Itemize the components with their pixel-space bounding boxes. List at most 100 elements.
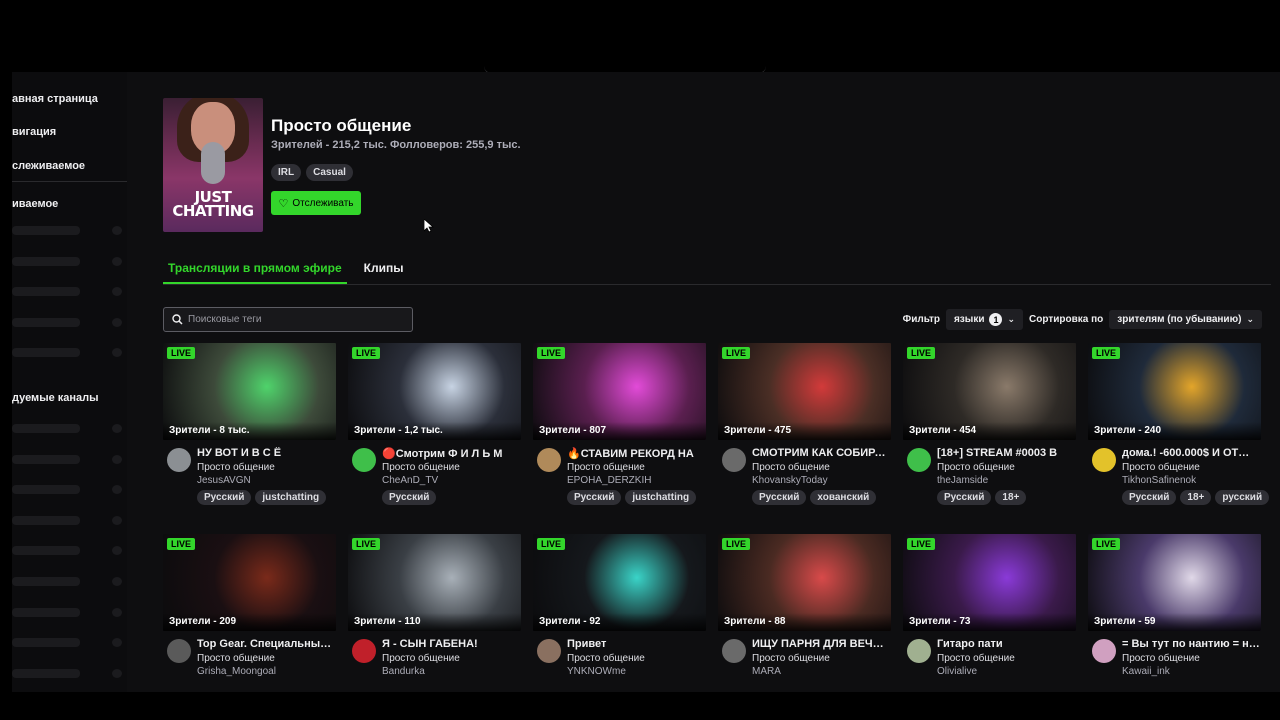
stream-card[interactable]: LIVE Зрители - 92 Привет Просто общение … [533,534,706,692]
stream-thumbnail[interactable]: LIVE Зрители - 88 [718,534,891,631]
live-badge: LIVE [907,347,936,359]
tag-search-field[interactable] [163,307,413,332]
category-tag[interactable]: Casual [306,164,353,181]
stream-card[interactable]: LIVE Зрители - 88 ИЩУ ПАРНЯ ДЛЯ ВЕЧЕРА П… [718,534,891,692]
avatar[interactable] [722,639,746,663]
stream-title[interactable]: = Вы тут по нантию = нас [1122,638,1260,650]
stream-tag[interactable]: Русский [752,490,807,505]
avatar[interactable] [907,639,931,663]
stream-username[interactable]: Bandurka [382,666,425,677]
stream-username[interactable]: Olivialive [937,666,977,677]
stream-card[interactable]: LIVE Зрители - 475 СМОТРИМ КАК СОБИРАЮТ … [718,343,891,505]
stream-username[interactable]: theJamside [937,475,988,486]
stream-title[interactable]: [18+] STREAM #0003 В [937,447,1075,459]
avatar[interactable] [537,448,561,472]
stream-category[interactable]: Просто общение [567,462,645,473]
avatar[interactable] [537,639,561,663]
stream-card[interactable]: LIVE Зрители - 8 тыс. НУ ВОТ И В С Ё Про… [163,343,336,505]
stream-card[interactable]: LIVE Зрители - 59 = Вы тут по нантию = н… [1088,534,1261,692]
stream-tag[interactable]: justchatting [625,490,697,505]
stream-username[interactable]: MARA [752,666,781,677]
sidebar-item-browse[interactable]: вигация [12,126,56,138]
avatar[interactable] [352,639,376,663]
stream-tag[interactable]: Русский [382,490,437,505]
language-count-badge: 1 [989,313,1003,326]
avatar[interactable] [352,448,376,472]
stream-username[interactable]: EPOHA_DERZKIH [567,475,651,486]
stream-thumbnail[interactable]: LIVE Зрители - 475 [718,343,891,440]
stream-title[interactable]: ИЩУ ПАРНЯ ДЛЯ ВЕЧЕРА [752,638,890,650]
stream-category[interactable]: Просто общение [937,462,1015,473]
stream-tag[interactable]: Русский [937,490,992,505]
stream-title[interactable]: 🔥СТАВИМ РЕКОРД НА [567,447,705,460]
avatar[interactable] [907,448,931,472]
stream-category[interactable]: Просто общение [1122,653,1200,664]
stream-card[interactable]: LIVE Зрители - 110 Я - СЫН ГАБЕНА! Прост… [348,534,521,692]
stream-category[interactable]: Просто общение [567,653,645,664]
stream-card[interactable]: LIVE Зрители - 209 Top Gear. Специальный… [163,534,336,692]
stream-username[interactable]: TikhonSafinenok [1122,475,1196,486]
stream-thumbnail[interactable]: LIVE Зрители - 240 [1088,343,1261,440]
stream-category[interactable]: Просто общение [752,653,830,664]
stream-thumbnail[interactable]: LIVE Зрители - 807 [533,343,706,440]
stream-card[interactable]: LIVE Зрители - 454 [18+] STREAM #0003 В … [903,343,1076,505]
stream-tag[interactable]: Русский [197,490,252,505]
stream-title[interactable]: Гитаро пати [937,638,1075,650]
stream-tag[interactable]: Русский [567,490,622,505]
category-tag[interactable]: IRL [271,164,302,181]
tag-search-input[interactable] [188,314,398,325]
language-filter-dropdown[interactable]: языки 1 ⌄ [945,309,1024,330]
sidebar-item-home[interactable]: авная страница [12,93,98,105]
stream-tag[interactable]: 18+ [995,490,1027,505]
avatar[interactable] [167,448,191,472]
stream-thumbnail[interactable]: LIVE Зрители - 110 [348,534,521,631]
stream-thumbnail[interactable]: LIVE Зрители - 209 [163,534,336,631]
stream-username[interactable]: Grisha_Moongoal [197,666,276,677]
stream-category[interactable]: Просто общение [197,462,275,473]
tab-live-channels[interactable]: Трансляции в прямом эфире [163,258,347,284]
stream-title[interactable]: НУ ВОТ И В С Ё [197,447,335,459]
stream-title[interactable]: Top Gear. Специальный выпуск [197,638,335,650]
sort-dropdown[interactable]: зрителям (по убыванию) ⌄ [1109,310,1262,329]
stream-username[interactable]: Kawaii_ink [1122,666,1170,677]
stream-tag[interactable]: русский [1215,490,1270,505]
avatar[interactable] [722,448,746,472]
stream-title[interactable]: СМОТРИМ КАК СОБИРАЮТ [752,447,890,459]
stream-thumbnail[interactable]: LIVE Зрители - 8 тыс. [163,343,336,440]
stream-title[interactable]: дома.! -600.000$ И ОТЫГРЫШ [1122,447,1260,459]
stream-thumbnail[interactable]: LIVE Зрители - 92 [533,534,706,631]
stream-category[interactable]: Просто общение [937,653,1015,664]
stream-username[interactable]: YNKNOWme [567,666,626,677]
stream-category[interactable]: Просто общение [382,653,460,664]
stream-card[interactable]: LIVE Зрители - 1,2 тыс. 🔴Смотрим Ф И Л Ь… [348,343,521,505]
avatar[interactable] [167,639,191,663]
stream-category[interactable]: Просто общение [1122,462,1200,473]
avatar[interactable] [1092,639,1116,663]
stream-title[interactable]: Я - СЫН ГАБЕНА! [382,638,520,650]
category-tags: IRL Casual [271,164,353,181]
avatar[interactable] [1092,448,1116,472]
stream-thumbnail[interactable]: LIVE Зрители - 73 [903,534,1076,631]
stream-category[interactable]: Просто общение [382,462,460,473]
follow-button[interactable]: ♡ Отслеживать [271,191,361,215]
stream-tag[interactable]: 18+ [1180,490,1212,505]
viewer-count: Зрители - 240 [1088,422,1261,440]
stream-username[interactable]: JesusAVGN [197,475,251,486]
stream-card[interactable]: LIVE Зрители - 807 🔥СТАВИМ РЕКОРД НА Про… [533,343,706,505]
stream-thumbnail[interactable]: LIVE Зрители - 454 [903,343,1076,440]
stream-card[interactable]: LIVE Зрители - 240 дома.! -600.000$ И ОТ… [1088,343,1270,505]
stream-tag[interactable]: Русский [1122,490,1177,505]
stream-title[interactable]: Привет [567,638,705,650]
stream-title[interactable]: 🔴Смотрим Ф И Л Ь М [382,447,520,460]
stream-username[interactable]: CheAnD_TV [382,475,438,486]
stream-category[interactable]: Просто общение [197,653,275,664]
stream-thumbnail[interactable]: LIVE Зрители - 1,2 тыс. [348,343,521,440]
stream-tag[interactable]: хованский [810,490,877,505]
stream-tag[interactable]: justchatting [255,490,327,505]
stream-username[interactable]: KhovanskyToday [752,475,828,486]
sidebar-item-following[interactable]: слеживаемое [12,160,85,172]
stream-category[interactable]: Просто общение [752,462,830,473]
stream-thumbnail[interactable]: LIVE Зрители - 59 [1088,534,1261,631]
stream-card[interactable]: LIVE Зрители - 73 Гитаро пати Просто общ… [903,534,1076,692]
tab-clips[interactable]: Клипы [359,258,409,284]
